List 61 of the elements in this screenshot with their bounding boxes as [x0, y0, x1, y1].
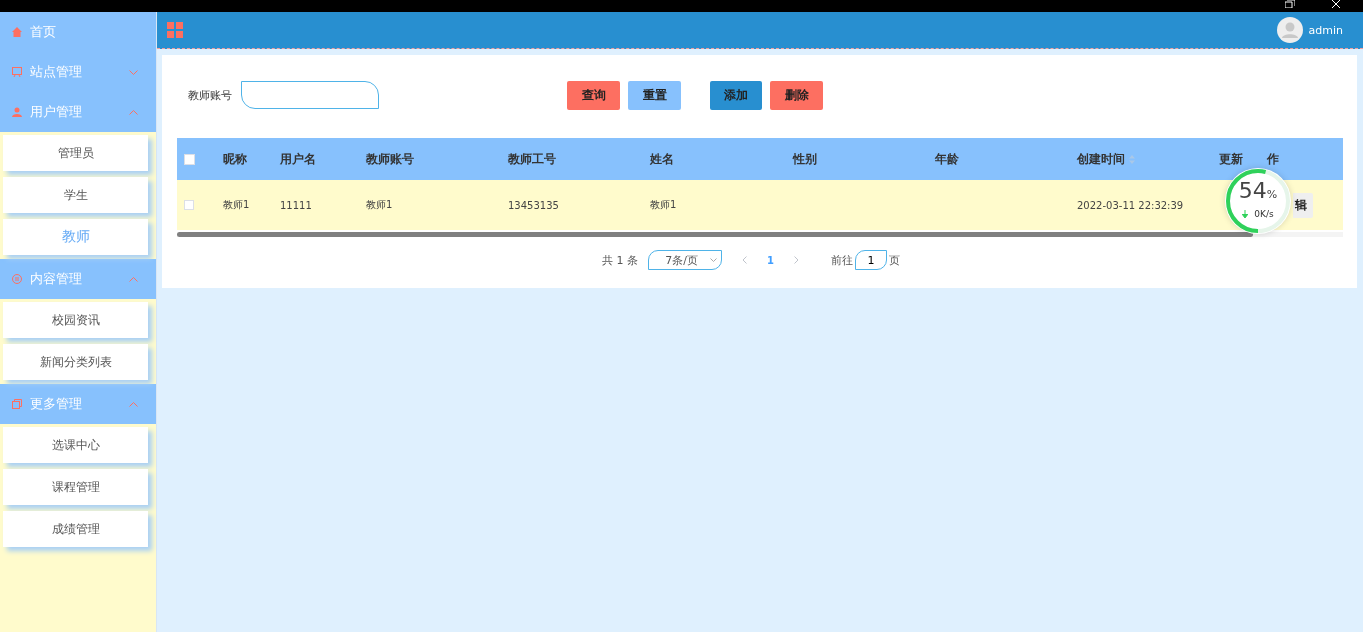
column-header[interactable]: 更新: [1219, 150, 1243, 168]
table-cell: 11111: [280, 199, 312, 211]
speed-value: 0K/s: [1254, 209, 1274, 219]
column-header[interactable]: 教师工号: [508, 150, 556, 168]
column-header[interactable]: 用户名: [280, 150, 316, 168]
sort-icon[interactable]: [1129, 154, 1135, 164]
page-input[interactable]: 1: [855, 250, 887, 270]
caret-icon: [709, 258, 717, 262]
grid-icon[interactable]: [167, 21, 184, 39]
goto-label: 前往: [831, 252, 853, 268]
percent-unit: %: [1266, 188, 1278, 201]
column-header[interactable]: 教师账号: [366, 150, 414, 168]
user-name[interactable]: admin: [1308, 23, 1343, 37]
submenu-item[interactable]: 新闻分类列表: [3, 344, 148, 380]
submenu-item[interactable]: 成绩管理: [3, 511, 148, 547]
action-button[interactable]: 重置: [628, 80, 681, 110]
monitor-icon: [12, 67, 22, 77]
table-cell: 教师1: [223, 198, 250, 212]
page-size-select[interactable]: 7条/页: [648, 250, 722, 270]
restore-icon[interactable]: [1285, 0, 1295, 8]
total-count: 共 1 条: [602, 252, 638, 268]
column-header[interactable]: 创建时间: [1077, 150, 1135, 168]
action-button[interactable]: 添加: [710, 80, 762, 110]
submenu-item[interactable]: 课程管理: [3, 469, 148, 505]
page-unit: 页: [889, 252, 900, 268]
chat-icon: [12, 274, 22, 284]
table-cell: 教师1: [650, 198, 677, 212]
action-button[interactable]: 查询: [567, 80, 620, 110]
menu-label: 用户管理: [30, 103, 83, 121]
copy-icon: [12, 399, 22, 409]
column-header[interactable]: 作: [1267, 150, 1279, 168]
edit-button[interactable]: 辑: [1293, 192, 1313, 218]
submenu-item[interactable]: 学生: [3, 177, 148, 213]
search-field[interactable]: [241, 81, 379, 109]
column-header[interactable]: 昵称: [223, 150, 247, 168]
column-header[interactable]: 年龄: [935, 150, 959, 168]
checkbox[interactable]: [184, 153, 195, 165]
close-icon[interactable]: [1331, 0, 1341, 8]
menu-label: 更多管理: [30, 395, 83, 413]
home-icon: [12, 27, 22, 37]
menu-label: 站点管理: [30, 63, 83, 81]
table-cell: 教师1: [366, 198, 393, 212]
submenu-item[interactable]: 管理员: [3, 135, 148, 171]
previous-page-icon[interactable]: [742, 256, 747, 264]
menu-label: 首页: [30, 23, 57, 41]
menu-label: 内容管理: [30, 270, 83, 288]
search-label: 教师账号: [188, 87, 232, 103]
submenu-item[interactable]: 校园资讯: [3, 302, 148, 338]
submenu-item[interactable]: 选课中心: [3, 427, 148, 463]
column-header[interactable]: 姓名: [650, 150, 674, 168]
percent-value: 54: [1238, 178, 1267, 203]
avatar-icon[interactable]: [1276, 17, 1303, 43]
person-icon: [12, 107, 22, 117]
download-arrow-icon: [1242, 210, 1249, 218]
table-cell: 2022-03-11 22:32:39: [1077, 199, 1184, 211]
next-page-icon[interactable]: [794, 256, 799, 264]
table-cell: 13453135: [508, 199, 559, 211]
action-button[interactable]: 删除: [770, 80, 823, 110]
checkbox[interactable]: [184, 200, 194, 210]
scrollbar-thumb[interactable]: [177, 232, 1253, 237]
column-header[interactable]: 性别: [793, 150, 817, 168]
